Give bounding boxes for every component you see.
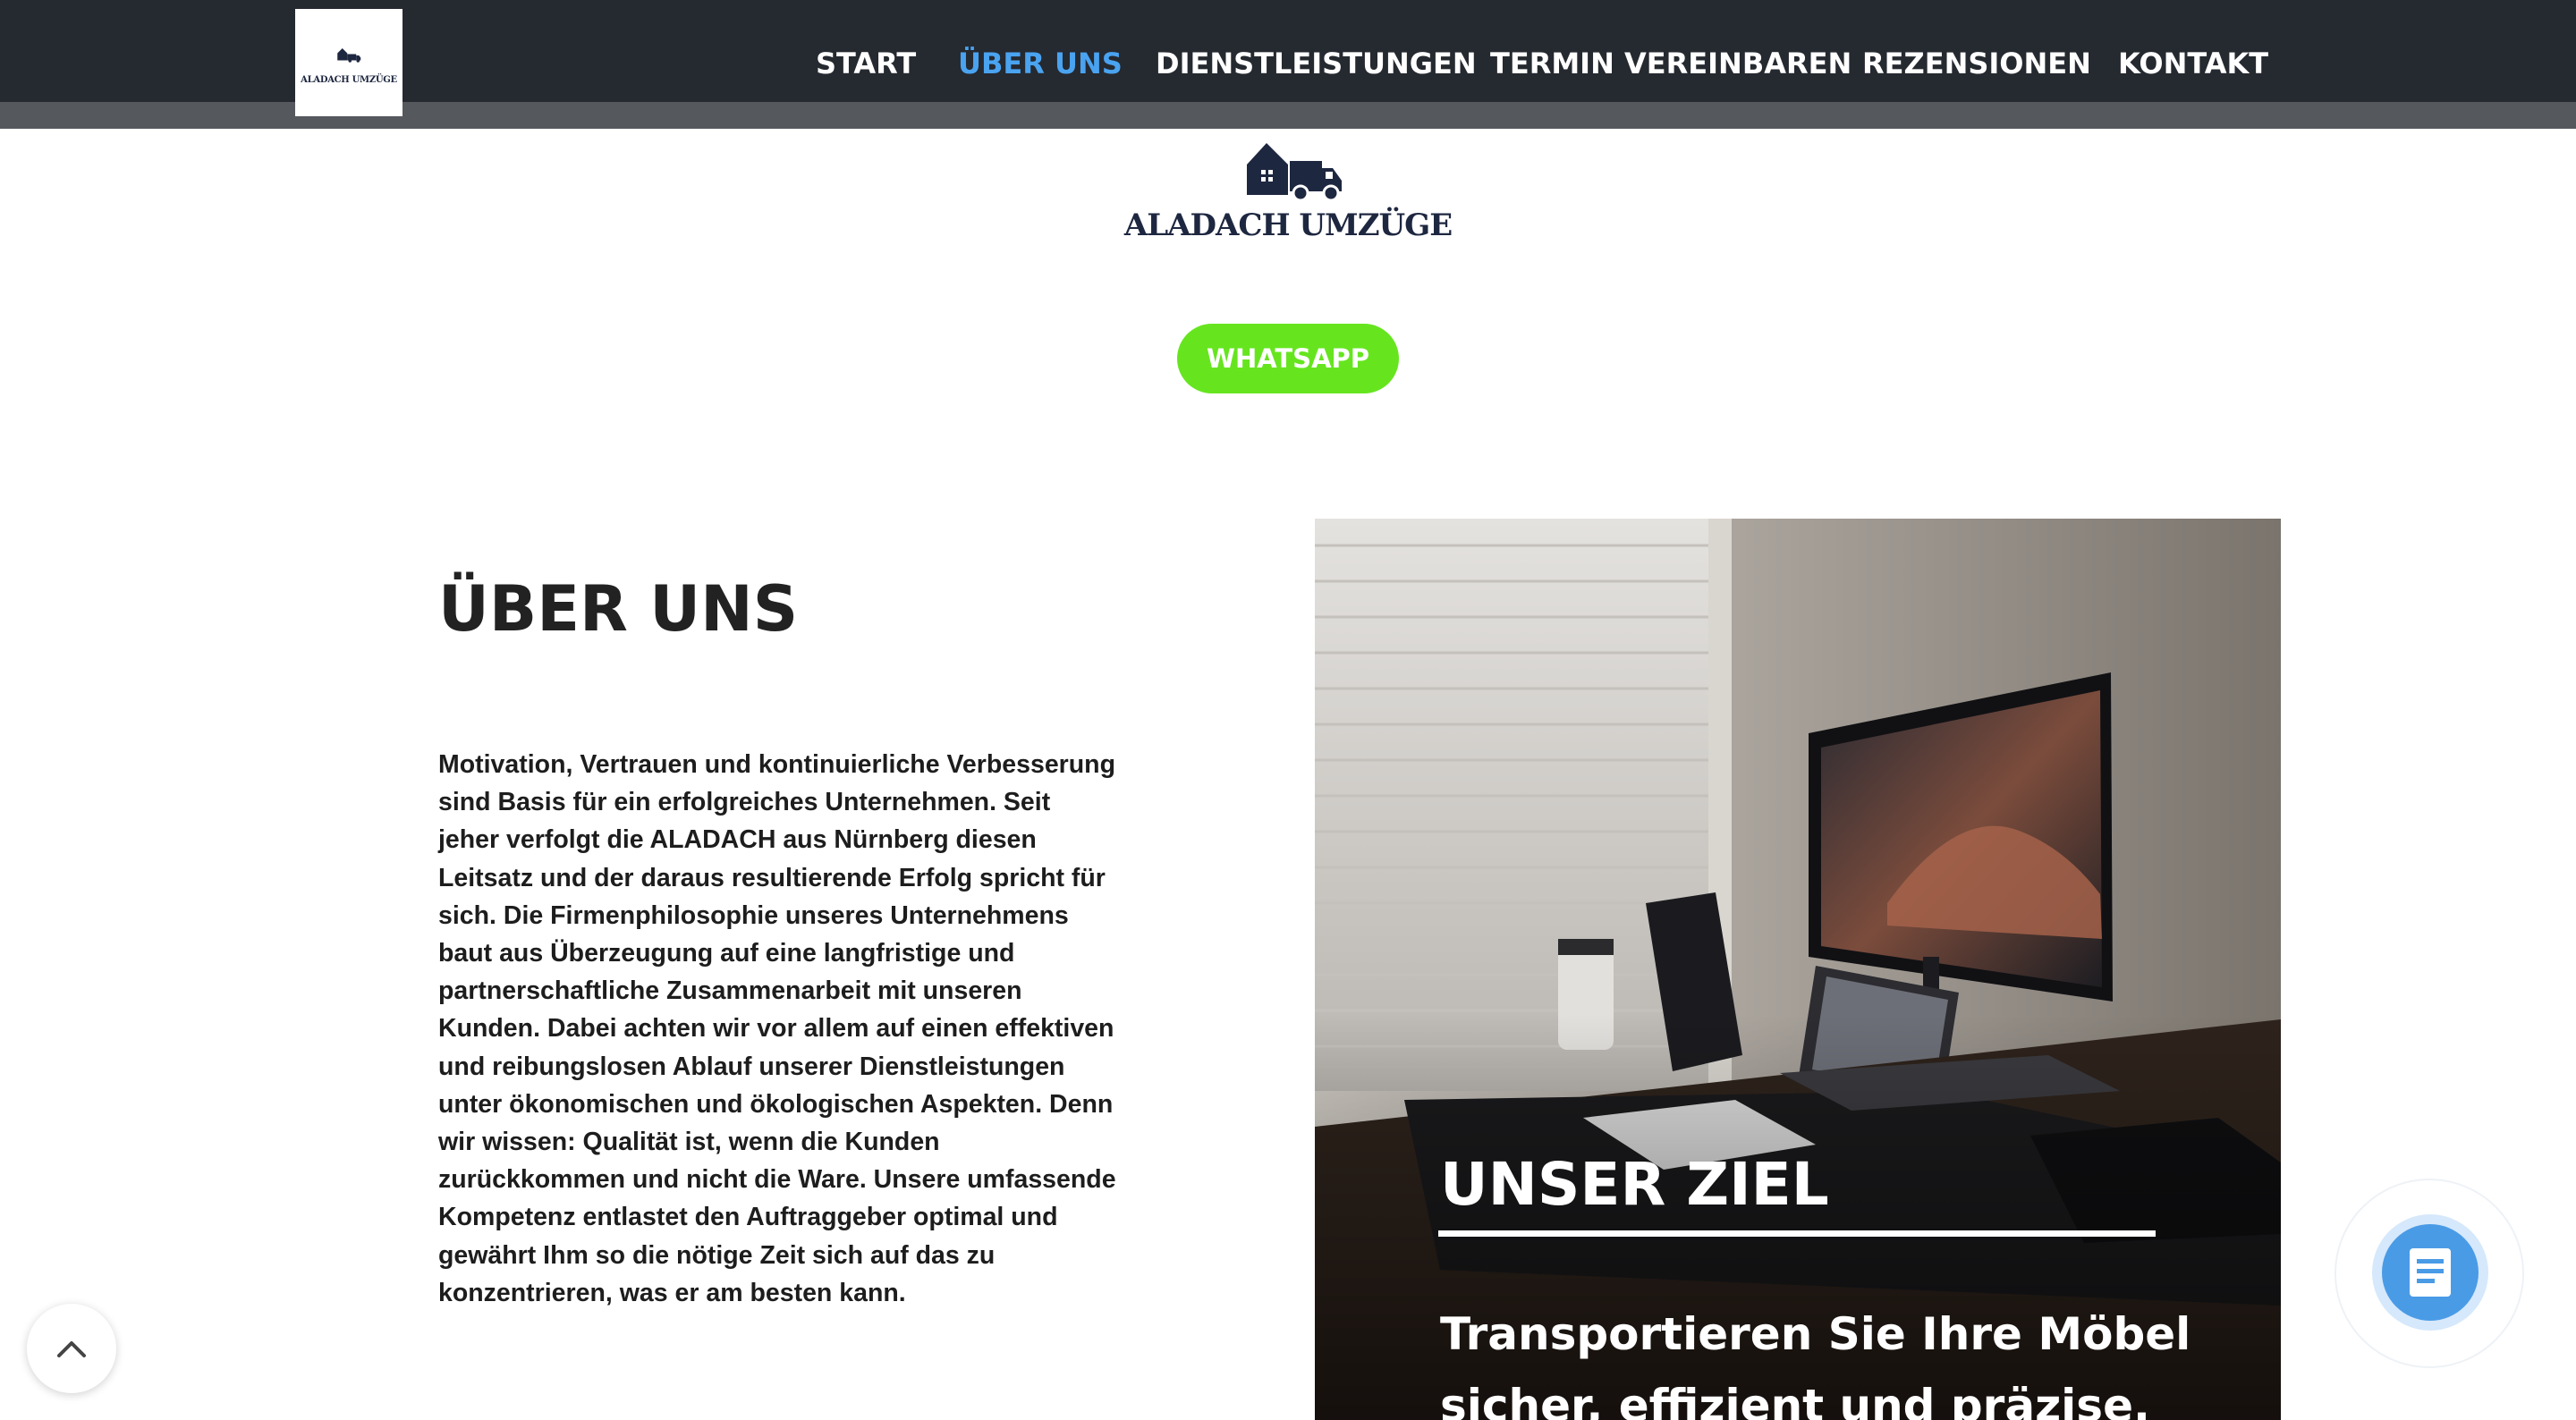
desk-setup-illustration (1315, 519, 2281, 1420)
chat-widget-button[interactable] (2372, 1214, 2488, 1331)
nav-item-kontakt[interactable]: KONTAKT (2118, 41, 2268, 86)
document-icon (2410, 1248, 2451, 1297)
goal-divider (1438, 1230, 2156, 1237)
chevron-up-icon (57, 1341, 86, 1357)
goal-heading: UNSER ZIEL (1440, 1150, 1829, 1219)
whatsapp-button[interactable]: WHATSAPP (1177, 324, 1399, 393)
page-title: ÜBER UNS (438, 572, 799, 646)
desk-setup-photo (1315, 519, 2281, 1420)
goal-description: Transportieren Sie Ihre Möbel sicher, ef… (1440, 1308, 2191, 1420)
brand-name: ALADACH UMZÜGE (1123, 207, 1453, 243)
nav-item-rezensionen[interactable]: REZENSIONEN (1862, 41, 2091, 86)
nav-item-dienstleistungen[interactable]: DIENSTLEISTUNGEN (1156, 41, 1477, 86)
nav-item-ueber-uns[interactable]: ÜBER UNS (958, 41, 1123, 86)
main-navigation: START ÜBER UNS DIENSTLEISTUNGEN TERMIN V… (0, 41, 2576, 86)
nav-item-termin-vereinbaren[interactable]: TERMIN VEREINBAREN (1490, 41, 1852, 86)
house-truck-icon (1247, 143, 1342, 202)
nav-item-start[interactable]: START (816, 41, 916, 86)
about-description: Motivation, Vertrauen und kontinuierlich… (438, 750, 1116, 1307)
scroll-to-top-button[interactable] (27, 1304, 116, 1393)
